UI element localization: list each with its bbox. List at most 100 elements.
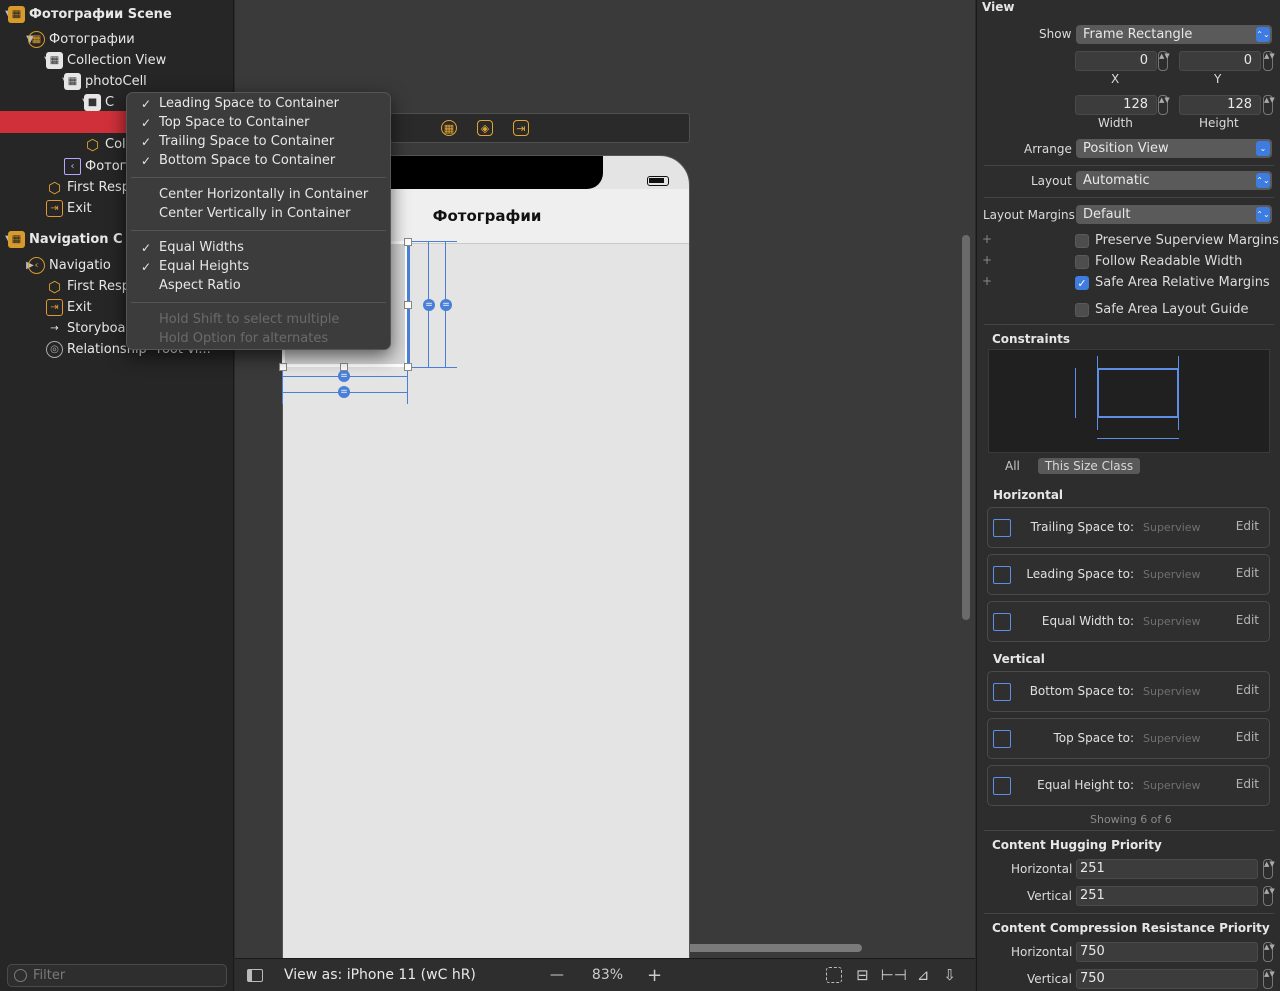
- menu-item[interactable]: Center Horizontally in Container: [127, 185, 390, 204]
- hug-h-stepper[interactable]: ▲▼: [1263, 859, 1275, 879]
- comp-h-field[interactable]: 750: [1076, 942, 1258, 962]
- hug-v-field[interactable]: 251: [1076, 886, 1258, 906]
- comp-v-field[interactable]: 750: [1076, 969, 1258, 989]
- constraint-label: Equal Width to:: [1041, 614, 1134, 628]
- edit-button[interactable]: Edit: [1236, 566, 1259, 580]
- y-stepper[interactable]: ▲▼: [1263, 51, 1275, 71]
- update-frames-icon[interactable]: [826, 967, 843, 983]
- width-stepper[interactable]: ▲▼: [1158, 95, 1170, 115]
- constraints-title: Constraints: [992, 332, 1071, 346]
- outline-item[interactable]: ▼▦Collection View: [42, 50, 166, 71]
- menu-item[interactable]: ✓ Leading Space to Container: [127, 94, 390, 113]
- resize-handle[interactable]: [279, 363, 287, 371]
- layout-popup[interactable]: Automatic ⌃⌄: [1076, 171, 1272, 190]
- outline-item-label: Exit: [67, 201, 92, 216]
- menu-item[interactable]: ✓ Equal Widths: [127, 238, 390, 257]
- safe-area-relative-checkbox[interactable]: ✓: [1075, 276, 1089, 290]
- resize-handle[interactable]: [404, 363, 412, 371]
- follow-readable-label: Follow Readable Width: [1095, 254, 1243, 269]
- embed-in-icon[interactable]: ⇩: [943, 966, 956, 984]
- outline-item[interactable]: ▼▦Navigation C: [3, 229, 123, 250]
- filter-field[interactable]: Filter: [7, 964, 227, 987]
- zoom-out-button[interactable]: —: [550, 967, 564, 983]
- menu-item-label: Bottom Space to Container: [159, 153, 336, 168]
- vertical-scrollbar[interactable]: [962, 235, 970, 620]
- constraint-icon: [993, 613, 1011, 631]
- constraint-row[interactable]: Leading Space to: Superview Edit: [987, 554, 1270, 595]
- sidebar-toggle-icon[interactable]: [247, 968, 263, 982]
- zoom-in-button[interactable]: +: [647, 965, 662, 986]
- outline-item[interactable]: ‹ Фотогр: [60, 156, 135, 177]
- height-stepper[interactable]: ▲▼: [1263, 95, 1275, 115]
- edit-button[interactable]: Edit: [1236, 613, 1259, 627]
- outline-item[interactable]: ▼■C: [80, 92, 114, 113]
- comp-v-stepper[interactable]: ▲▼: [1263, 969, 1275, 989]
- menu-item[interactable]: ✓ Top Space to Container: [127, 113, 390, 132]
- bottom-guide-line: [407, 367, 457, 368]
- menu-item[interactable]: Center Vertically in Container: [127, 204, 390, 223]
- resize-handle[interactable]: [340, 363, 348, 371]
- menu-item[interactable]: ✓ Bottom Space to Container: [127, 151, 390, 170]
- outline-item[interactable]: → Storyboar: [42, 318, 131, 339]
- equal-width-badge-icon[interactable]: =: [338, 370, 350, 382]
- menu-separator: [131, 302, 386, 303]
- edit-button[interactable]: Edit: [1236, 730, 1259, 744]
- comp-h-stepper[interactable]: ▲▼: [1263, 942, 1275, 962]
- outline-item[interactable]: ⬡ First Resp: [42, 276, 130, 297]
- constraint-row[interactable]: Trailing Space to: Superview Edit: [987, 507, 1270, 548]
- layout-margins-popup[interactable]: Default ⌃⌄: [1076, 205, 1272, 224]
- edit-button[interactable]: Edit: [1236, 683, 1259, 697]
- scene-icon: ▦: [8, 6, 25, 23]
- constraint-row[interactable]: Equal Height to: Superview Edit: [987, 765, 1270, 806]
- outline-item[interactable]: ▶ ‹ Navigatio: [24, 255, 111, 276]
- y-field[interactable]: 0: [1179, 51, 1261, 71]
- outline-item[interactable]: ▼▦Фотографии Scene: [3, 4, 172, 25]
- exit-dock-icon[interactable]: ⇥: [513, 120, 529, 136]
- show-popup[interactable]: Frame Rectangle ⌃⌄: [1076, 25, 1272, 44]
- edit-button[interactable]: Edit: [1236, 777, 1259, 791]
- edit-button[interactable]: Edit: [1236, 519, 1259, 533]
- resolve-issues-icon[interactable]: ⊿: [917, 966, 930, 984]
- hug-v-stepper[interactable]: ▲▼: [1263, 886, 1275, 906]
- constraint-row[interactable]: Top Space to: Superview Edit: [987, 718, 1270, 759]
- checkmark-icon: ✓: [141, 134, 152, 149]
- add-variation-icon[interactable]: +: [982, 253, 992, 267]
- equal-width-badge-icon-2[interactable]: =: [338, 386, 350, 398]
- add-constraints-icon[interactable]: ⊢⊣: [881, 966, 907, 984]
- safe-area-guide-label: Safe Area Layout Guide: [1095, 302, 1249, 317]
- follow-readable-checkbox[interactable]: [1075, 255, 1089, 269]
- first-responder-dock-icon[interactable]: ◈: [477, 120, 493, 136]
- width-field[interactable]: 128: [1075, 95, 1157, 115]
- view-controller-dock-icon[interactable]: ▦: [441, 120, 457, 136]
- preserve-margins-checkbox[interactable]: [1075, 234, 1089, 248]
- height-field[interactable]: 128: [1179, 95, 1261, 115]
- equal-height-badge-icon[interactable]: =: [423, 299, 435, 311]
- constraint-row[interactable]: Bottom Space to: Superview Edit: [987, 671, 1270, 712]
- tab-this-size-class[interactable]: This Size Class: [1038, 458, 1140, 474]
- arrange-popup[interactable]: Position View ⌄: [1076, 139, 1272, 158]
- menu-item[interactable]: Aspect Ratio: [127, 276, 390, 295]
- outline-item[interactable]: ⬡ Coll: [80, 134, 129, 155]
- menu-item[interactable]: ✓ Equal Heights: [127, 257, 390, 276]
- equal-height-badge-icon-2[interactable]: =: [440, 299, 452, 311]
- view-as-button[interactable]: View as: iPhone 11 (wC hR): [284, 967, 476, 983]
- outline-item[interactable]: ⬡ First Resp: [42, 177, 130, 198]
- add-variation-icon[interactable]: +: [982, 274, 992, 288]
- outline-item[interactable]: ▼ ▦ Фотографии: [24, 29, 135, 50]
- resize-handle[interactable]: [404, 301, 412, 309]
- x-field[interactable]: 0: [1075, 51, 1157, 71]
- x-stepper[interactable]: ▲▼: [1158, 51, 1170, 71]
- outline-item[interactable]: ⇥ Exit: [42, 297, 92, 318]
- constraint-target: Superview: [1143, 615, 1201, 628]
- menu-item[interactable]: ✓ Trailing Space to Container: [127, 132, 390, 151]
- constraint-row[interactable]: Equal Width to: Superview Edit: [987, 601, 1270, 642]
- constraint-icon: [993, 519, 1011, 537]
- safe-area-guide-checkbox[interactable]: [1075, 303, 1089, 317]
- align-icon[interactable]: ⊟: [856, 966, 869, 984]
- hug-h-field[interactable]: 251: [1076, 859, 1258, 879]
- add-variation-icon[interactable]: +: [982, 232, 992, 246]
- outline-item[interactable]: ⇥ Exit: [42, 198, 92, 219]
- tab-all[interactable]: All: [1005, 459, 1020, 473]
- outline-item[interactable]: ▼▦photoCell: [60, 71, 147, 92]
- resize-handle[interactable]: [404, 238, 412, 246]
